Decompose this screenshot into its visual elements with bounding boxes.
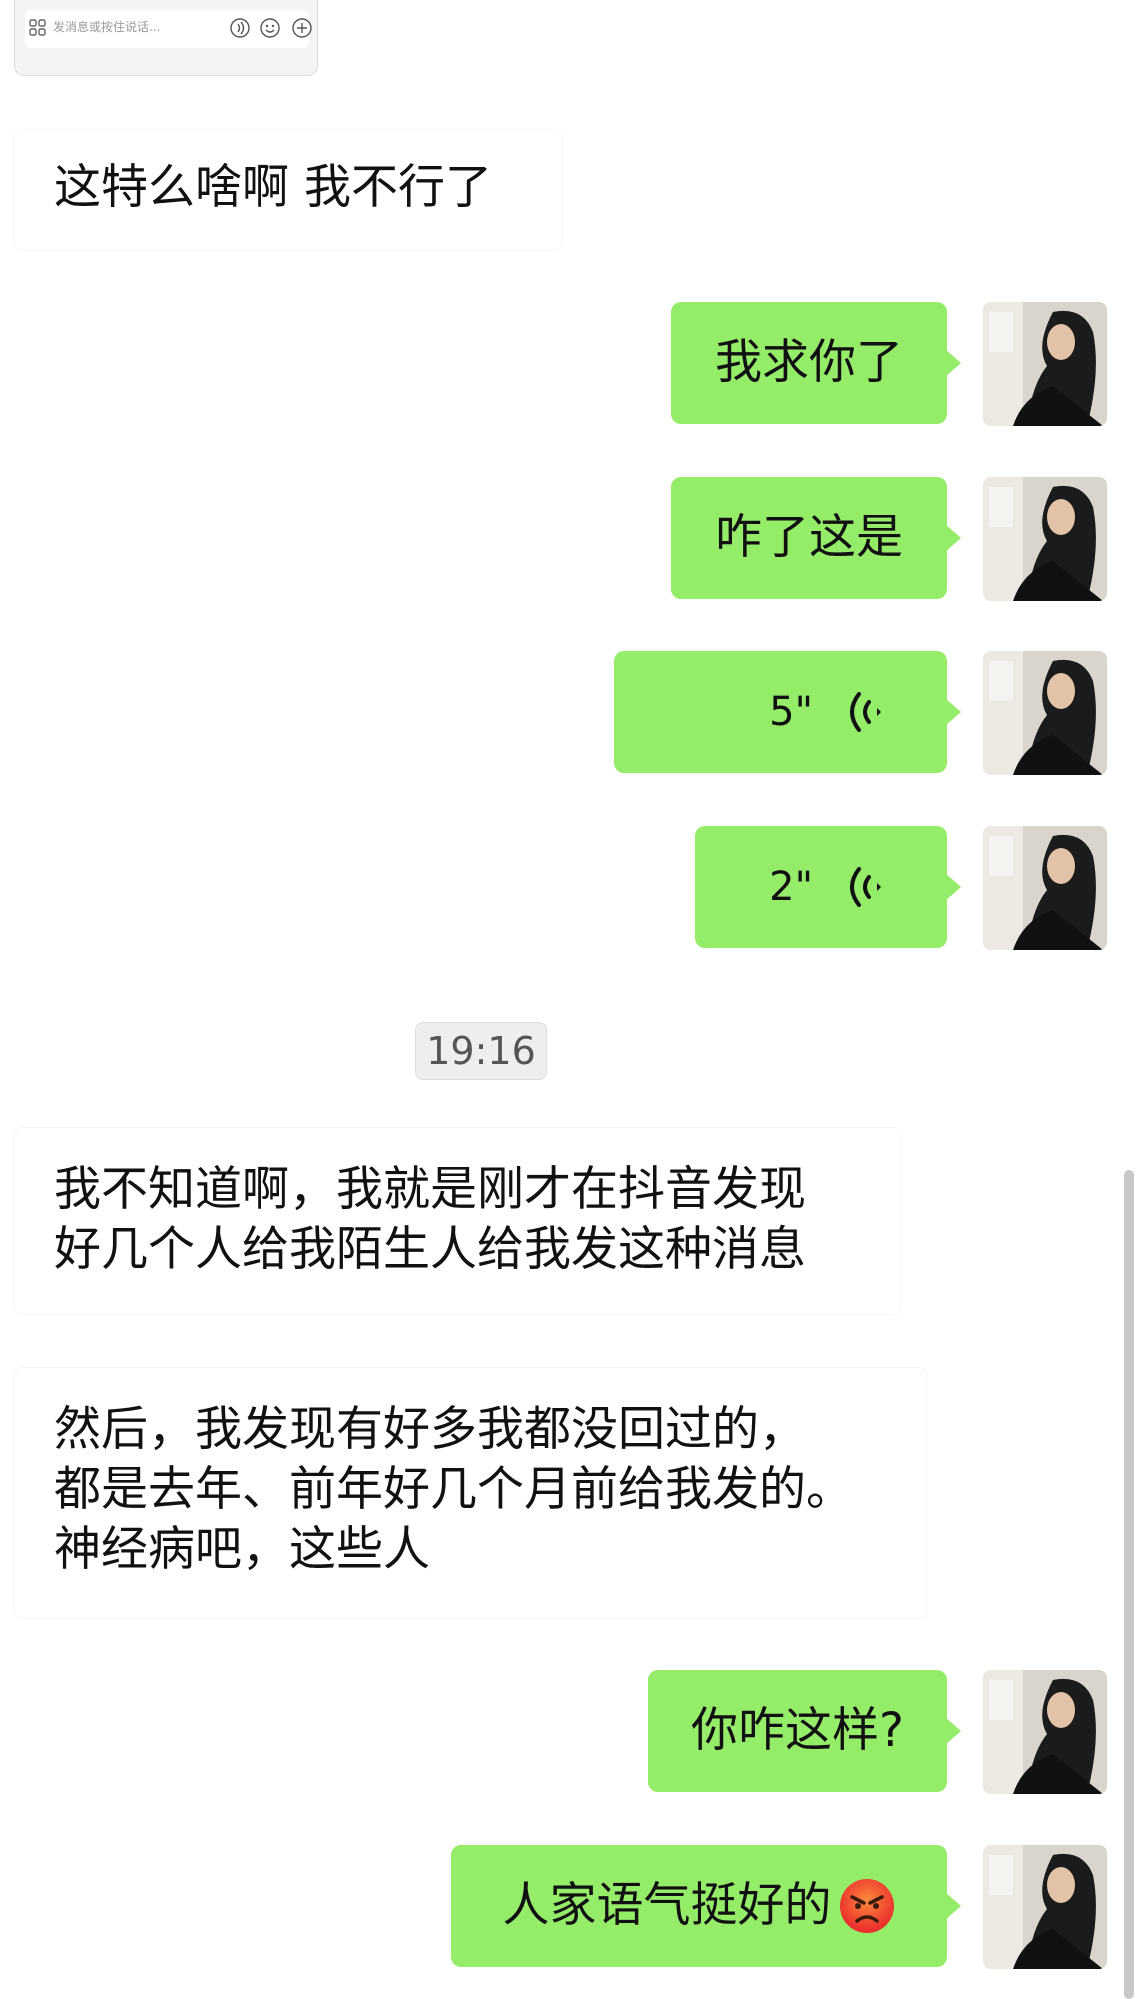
- message-text-line: 神经病吧，这些人: [54, 1522, 430, 1577]
- voice-duration: 2": [769, 864, 813, 910]
- outgoing-message[interactable]: 人家语气挺好的: [451, 1845, 961, 1967]
- message-text: 人家语气挺好的: [502, 1878, 832, 1933]
- emoji-icon[interactable]: [259, 17, 281, 39]
- timestamp: 19:16: [415, 1022, 547, 1080]
- plus-icon[interactable]: [291, 17, 313, 39]
- message-text: 你咋这样?: [691, 1703, 904, 1758]
- message-text-line: 我不知道啊，我就是刚才在抖音发现: [54, 1162, 806, 1217]
- voice-message[interactable]: 5": [614, 651, 961, 773]
- avatar[interactable]: [983, 1845, 1107, 1969]
- incoming-message[interactable]: 这特么啥啊 我不行了: [14, 130, 562, 250]
- message-text: 我求你了: [715, 335, 903, 390]
- message-text-line: 都是去年、前年好几个月前给我发的。: [54, 1462, 853, 1517]
- avatar[interactable]: [983, 651, 1107, 775]
- voice-icon[interactable]: [229, 17, 251, 39]
- apps-grid-icon[interactable]: [29, 19, 47, 37]
- message-text: 这特么啥啊 我不行了: [54, 160, 492, 215]
- outgoing-message[interactable]: 你咋这样?: [648, 1670, 961, 1792]
- voice-duration: 5": [769, 689, 813, 735]
- voice-wave-icon: [850, 867, 881, 907]
- incoming-message[interactable]: 我不知道啊，我就是刚才在抖音发现 好几个人给我陌生人给我发这种消息: [14, 1128, 900, 1314]
- avatar[interactable]: [983, 302, 1107, 426]
- angry-face-emoji: [839, 1879, 894, 1933]
- message-text-line: 好几个人给我陌生人给我发这种消息: [54, 1222, 806, 1277]
- outgoing-message[interactable]: 我求你了: [671, 302, 961, 424]
- voice-wave-icon: [850, 692, 881, 732]
- avatar[interactable]: [983, 477, 1107, 601]
- message-input-bar: 发消息或按住说话...: [14, 0, 318, 76]
- avatar[interactable]: [983, 1670, 1107, 1794]
- input-placeholder: 发消息或按住说话...: [53, 20, 161, 34]
- message-text: 咋了这是: [715, 510, 903, 565]
- outgoing-message[interactable]: 咋了这是: [671, 477, 961, 599]
- message-text-line: 然后，我发现有好多我都没回过的，: [54, 1402, 806, 1457]
- avatar[interactable]: [983, 826, 1107, 950]
- voice-message[interactable]: 2": [695, 826, 961, 948]
- scrollbar[interactable]: [1124, 1170, 1134, 1999]
- incoming-message[interactable]: 然后，我发现有好多我都没回过的， 都是去年、前年好几个月前给我发的。 神经病吧，…: [14, 1368, 926, 1618]
